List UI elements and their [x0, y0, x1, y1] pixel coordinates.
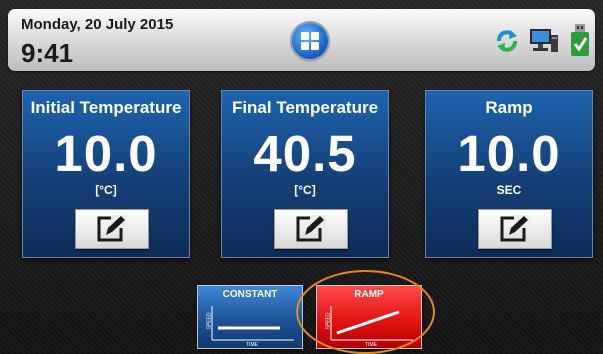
constant-mode-button[interactable]: CONSTANT SPEED TIME: [197, 285, 303, 349]
computer-icon[interactable]: [529, 27, 559, 55]
date-label: Monday, 20 July 2015: [21, 16, 174, 33]
card-unit: SEC: [496, 183, 522, 197]
status-bar: Monday, 20 July 2015 9:41: [8, 9, 595, 71]
card-unit: [°C]: [95, 183, 117, 197]
card-title: Final Temperature: [231, 98, 379, 117]
edit-ramp-button[interactable]: [478, 209, 552, 249]
edit-initial-temperature-button[interactable]: [75, 209, 149, 249]
edit-final-temperature-button[interactable]: [274, 209, 348, 249]
edit-icon: [500, 215, 530, 242]
x-axis-label: TIME: [246, 342, 258, 348]
initial-temperature-card: Initial Temperature 10.0 [°C]: [22, 90, 190, 258]
time-label: 9:41: [21, 38, 74, 68]
card-value: 10.0: [457, 125, 561, 182]
edit-icon: [97, 215, 127, 242]
card-unit: [°C]: [294, 183, 316, 197]
card-value: 40.5: [253, 125, 357, 182]
mode-label: CONSTANT: [222, 289, 278, 300]
ramp-card: Ramp 10.0 SEC: [425, 90, 593, 258]
selection-highlight-ring: [296, 270, 435, 354]
card-title: Initial Temperature: [30, 98, 182, 117]
card-title: Ramp: [485, 98, 533, 117]
sync-icon[interactable]: [494, 28, 520, 54]
final-temperature-card: Final Temperature 40.5 [°C]: [221, 90, 389, 258]
home-button[interactable]: [292, 23, 328, 59]
y-axis-label: SPEED: [206, 312, 213, 330]
screen: Monday, 20 July 2015 9:41 Initial Temper…: [0, 0, 603, 354]
card-value: 10.0: [54, 125, 158, 182]
edit-icon: [296, 215, 326, 242]
constant-graph-icon: [211, 306, 294, 341]
usb-icon[interactable]: [568, 23, 592, 57]
